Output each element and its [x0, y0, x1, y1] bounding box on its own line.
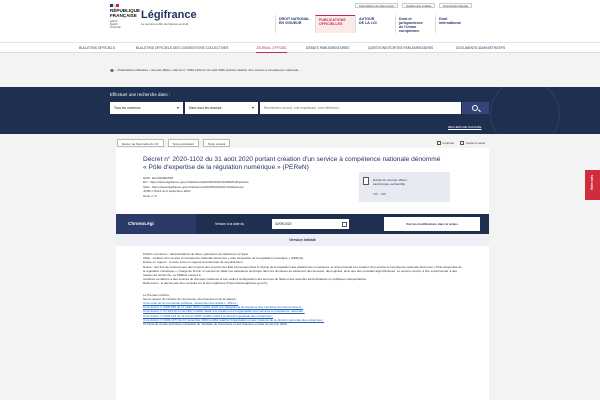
- document-toolbar: Retour au Sommaire du JO Texte précédent…: [117, 139, 231, 147]
- home-icon[interactable]: [110, 68, 114, 72]
- document-card: Décret n° 2020-1102 du 31 août 2020 port…: [116, 148, 489, 400]
- search-button[interactable]: [462, 102, 489, 114]
- search-input[interactable]: [260, 102, 461, 114]
- document-title: Décret n° 2020-1102 du 31 août 2020 port…: [143, 156, 441, 171]
- print-button[interactable]: Imprimer: [437, 139, 454, 147]
- view-modifications-button[interactable]: Voir les modifications dans le temps: [384, 217, 480, 231]
- top-utility-links: Informations de mises à jour Gestion des…: [355, 3, 473, 8]
- document-body: Publics concernés : administrations de l…: [143, 252, 463, 326]
- field-select[interactable]: Dans tous les champs: [185, 102, 258, 114]
- chevron-down-icon: [252, 107, 254, 109]
- breadcrumb-text[interactable]: › Publications officielles › Journal off…: [116, 68, 301, 72]
- main-nav-autour-loi[interactable]: AUTOUR DE LA LOI: [355, 15, 395, 33]
- advanced-search-link[interactable]: RECHERCHE AVANCÉE: [448, 125, 482, 129]
- copy-text-button[interactable]: Copier le texte: [460, 139, 485, 147]
- top-link-cookies[interactable]: Gestion des cookies: [402, 3, 436, 8]
- subnav-bulletins-officiels[interactable]: BULLETINS OFFICIELS: [79, 44, 115, 53]
- version-label: Version initiale: [116, 234, 489, 246]
- subnav-debats[interactable]: DÉBATS PARLEMENTAIRES: [306, 44, 349, 53]
- content-select[interactable]: Tous les contenus: [110, 102, 183, 114]
- seal-watermark: [490, 79, 560, 149]
- document-utilities: Imprimer Copier le texte: [437, 139, 485, 147]
- republic-motto: Liberté Égalité Fraternité: [110, 20, 121, 29]
- print-label: Imprimer: [442, 141, 455, 145]
- chevron-down-icon: [177, 107, 179, 109]
- site-title[interactable]: Légifrance: [141, 9, 197, 21]
- search-band: Effectuer une recherche dans : Tous les …: [0, 79, 600, 149]
- subnav-bulletins-conventions[interactable]: BULLETINS OFFICIELS DES CONVENTIONS COLL…: [136, 44, 228, 53]
- search-title: Effectuer une recherche dans :: [110, 92, 170, 97]
- search-icon: [472, 104, 478, 111]
- content-select-value: Tous les contenus: [114, 106, 141, 110]
- field-select-value: Dans tous les champs: [189, 106, 222, 110]
- main-nav-publications[interactable]: PUBLICATIONS OFFICIELLES: [315, 15, 355, 33]
- top-link-documents[interactable]: Documents français: [439, 3, 473, 8]
- site-header: RÉPUBLIQUE FRANÇAISE Liberté Égalité Fra…: [0, 0, 600, 42]
- feedback-tab[interactable]: Votre avis: [585, 170, 600, 200]
- feedback-label: Votre avis: [590, 175, 594, 190]
- main-nav-droit-national[interactable]: DROIT NATIONAL EN VIGUEUR: [275, 15, 315, 33]
- main-nav: DROIT NATIONAL EN VIGUEUR PUBLICATIONS O…: [275, 15, 475, 33]
- subnav-journal-officiel[interactable]: JOURNAL OFFICIEL: [256, 44, 288, 53]
- breadcrumb: › Publications officielles › Journal off…: [110, 68, 301, 72]
- back-to-summary-button[interactable]: Retour au Sommaire du JO: [117, 139, 164, 147]
- main-nav-droit-international[interactable]: Droit international: [435, 15, 475, 33]
- chronolegi-bar: ChronoLégi Version à la date du Voir les…: [116, 214, 489, 234]
- chronolegi-brand: ChronoLégi: [116, 214, 196, 234]
- copy-icon: [460, 141, 465, 146]
- jo-extract-size: PDF - 1MB: [373, 193, 386, 196]
- meta-texte-number: Texte n° 9: [143, 193, 157, 198]
- jo-extract-box[interactable]: Extrait du Journal officiel électronique…: [359, 172, 450, 202]
- chrono-date-label: Version à la date du: [215, 222, 245, 226]
- marianne-logo: [110, 4, 120, 7]
- next-text-button[interactable]: Texte suivant: [202, 139, 231, 147]
- main-nav-droit-ue[interactable]: Droit et jurisprudence de l'Union europé…: [395, 15, 435, 33]
- document-icon: [363, 177, 369, 185]
- print-icon: [437, 141, 441, 146]
- body-paragraph: Vu l'avis du comité technique ministérie…: [143, 322, 288, 327]
- jo-extract-title: Extrait du Journal officiel électronique…: [373, 178, 407, 186]
- chrono-date-input[interactable]: [272, 219, 349, 229]
- body-paragraph: Notice : aux fins de renforcement des mo…: [143, 264, 462, 278]
- subnav-documents-admin[interactable]: DOCUMENTS ADMINISTRATIFS: [456, 44, 505, 53]
- copy-label: Copier le texte: [465, 141, 486, 145]
- sub-nav: BULLETINS OFFICIELS BULLETINS OFFICIELS …: [0, 42, 600, 53]
- republique-francaise-label: RÉPUBLIQUE FRANÇAISE: [110, 8, 141, 18]
- subnav-questions[interactable]: QUESTIONS ÉCRITES PARLEMENTAIRES: [368, 44, 433, 53]
- previous-text-button[interactable]: Texte précédent: [167, 139, 199, 147]
- site-subtitle: Le service public de l'accès au droit: [141, 22, 189, 26]
- document-metadata: NOR : ECOI2006251D ELI : https://www.leg…: [143, 176, 293, 198]
- calendar-icon[interactable]: [342, 221, 347, 227]
- top-link-updates[interactable]: Informations de mises à jour: [355, 3, 399, 8]
